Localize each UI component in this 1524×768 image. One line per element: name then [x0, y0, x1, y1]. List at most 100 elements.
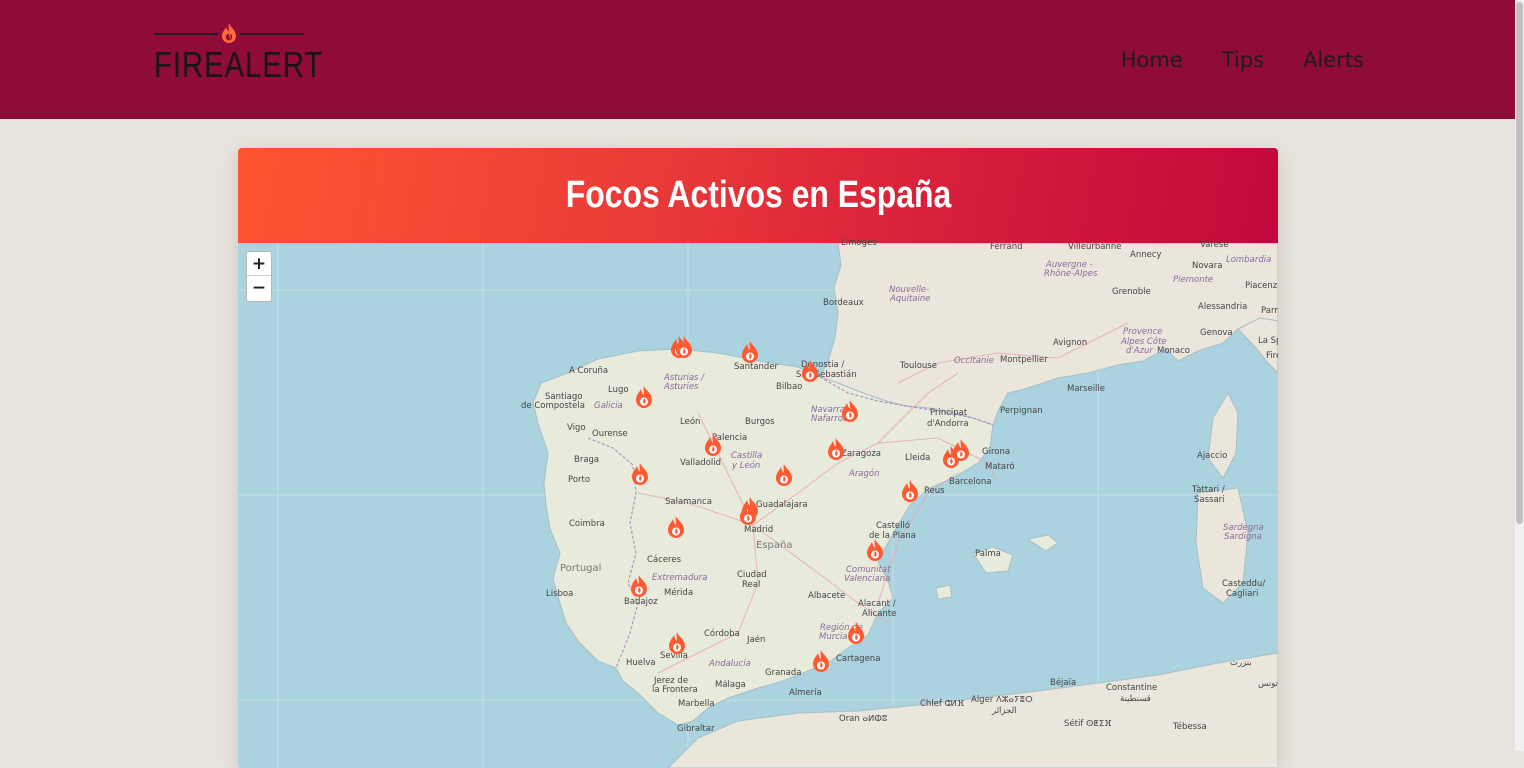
map-label-annecy: Annecy — [1130, 250, 1162, 260]
map-label-perpignan: Perpignan — [1000, 406, 1043, 416]
map-label-lleida: Lleida — [905, 453, 931, 463]
map-label-novara: Novara — [1192, 261, 1223, 271]
fire-marker-icon[interactable] — [701, 433, 725, 459]
map-label-a-coruna: A Coruña — [569, 366, 609, 376]
map-label-alger-ar: الجزائر — [992, 706, 1017, 716]
map-label-porto: Porto — [568, 475, 591, 485]
map-label-ourense: Ourense — [592, 429, 628, 439]
fire-marker-icon[interactable] — [664, 515, 688, 541]
map-label-la-frontera: la Frontera — [652, 685, 698, 695]
map-label-constantine-ar: قسنطينة — [1120, 694, 1151, 704]
map-label-tattari: Tàttari / — [1192, 485, 1225, 495]
map-label-albacete: Albacete — [808, 591, 846, 601]
fire-marker-icon[interactable] — [632, 385, 656, 411]
map-label-almeria: Almería — [789, 688, 822, 698]
map-label-portugal: Portugal — [560, 563, 602, 574]
fire-marker-icon[interactable] — [672, 335, 696, 361]
fire-marker-icon[interactable] — [665, 631, 689, 657]
flame-icon — [222, 23, 236, 43]
main-nav: Home Tips Alerts — [1121, 46, 1364, 74]
fire-map[interactable]: Limoges Ferrand Villeurbanne Varese Anne… — [238, 238, 1278, 768]
map-label-lugo: Lugo — [608, 385, 629, 395]
map-label-dazur: d'Azur — [1126, 346, 1153, 356]
map-label-barcelona: Barcelona — [949, 477, 992, 487]
map-label-ciudad: Ciudad — [737, 570, 767, 580]
map-label-genova: Genova — [1200, 328, 1233, 338]
map-label-firenze: Fire — [1266, 351, 1278, 361]
fire-marker-icon[interactable] — [798, 359, 822, 385]
map-label-marseille: Marseille — [1067, 384, 1106, 394]
nav-link-home[interactable]: Home — [1121, 46, 1183, 74]
page-scrollbar[interactable] — [1515, 0, 1524, 751]
map-label-palma: Palma — [975, 549, 1001, 559]
map-label-castilla: Castilla — [731, 451, 763, 461]
zoom-control: + − — [246, 251, 272, 302]
top-navbar: FIREALERT Home Tips Alerts — [0, 0, 1515, 119]
fire-marker-icon[interactable] — [863, 538, 887, 564]
map-label-chlef: Chlef ⵛⵍⴼ — [920, 699, 965, 709]
map-label-sassari: Sassari — [1194, 495, 1225, 505]
map-label-avignon: Avignon — [1053, 338, 1088, 348]
scrollbar-thumb[interactable] — [1516, 2, 1523, 524]
map-label-provence: Provence — [1123, 327, 1163, 337]
nav-link-tips[interactable]: Tips — [1222, 46, 1264, 74]
fire-marker-icon[interactable] — [824, 437, 848, 463]
zoom-out-button[interactable]: − — [247, 276, 271, 300]
map-label-bordeaux: Bordeaux — [823, 298, 864, 308]
fire-marker-icon[interactable] — [627, 574, 651, 600]
logo-text: FIREALERT — [154, 44, 324, 85]
map-label-valladolid: Valladolid — [680, 458, 722, 468]
nav-link-alerts[interactable]: Alerts — [1303, 46, 1364, 74]
map-label-de-compostela: de Compostela — [521, 401, 585, 411]
map-label-dandorra: d'Andorra — [927, 419, 969, 429]
map-label-ferrand: Ferrand — [990, 242, 1023, 252]
map-label-extremadura: Extremadura — [652, 573, 708, 583]
map-label-castello: Castelló — [876, 521, 911, 531]
fire-marker-icon[interactable] — [738, 340, 762, 366]
firealert-logo[interactable]: FIREALERT — [154, 22, 322, 83]
map-label-occitanie: Occitanie — [954, 356, 994, 366]
map-label-burgos: Burgos — [745, 417, 775, 427]
map-label-montpellier: Montpellier — [1000, 355, 1048, 365]
map-label-bejaia: Béjaïa — [1050, 678, 1077, 688]
fire-marker-icon[interactable] — [736, 502, 760, 528]
map-label-galicia: Galicia — [594, 401, 623, 411]
map-label-tebessa: Tébessa — [1173, 722, 1207, 732]
fire-marker-icon[interactable] — [838, 399, 862, 425]
fire-marker-icon[interactable] — [809, 649, 833, 675]
map-label-monaco: Monaco — [1157, 346, 1191, 356]
fire-marker-icon[interactable] — [949, 438, 973, 464]
map-label-marbella: Marbella — [678, 699, 715, 709]
map-label-gibraltar: Gibraltar — [677, 724, 715, 734]
map-label-alicante: Alicante — [862, 609, 897, 619]
map-label-varese: Varese — [1200, 240, 1229, 250]
map-label-malaga: Málaga — [715, 680, 746, 690]
map-label-piemonte: Piemonte — [1173, 275, 1214, 285]
map-label-merida: Mérida — [664, 588, 694, 598]
zoom-in-button[interactable]: + — [247, 252, 271, 276]
map-label-sardigna: Sardigna — [1224, 532, 1262, 542]
map-label-alessandria: Alessandria — [1198, 302, 1248, 312]
map-label-reus: Reus — [924, 486, 945, 496]
map-label-setif: Sétif ⵙⵟⵉⴼ — [1064, 719, 1112, 729]
map-label-villeurbanne: Villeurbanne — [1068, 242, 1122, 252]
map-label-constantine: Constantine — [1106, 683, 1158, 693]
map-label-grenoble: Grenoble — [1112, 287, 1151, 297]
map-label-aquitaine: Aquitaine — [890, 294, 931, 304]
fire-marker-icon[interactable] — [898, 479, 922, 505]
map-label-oran: Oran ⴰⵍⵀⵓ — [839, 714, 888, 724]
map-label-alacant: Alacant / — [858, 599, 896, 609]
map-label-lisboa: Lisboa — [546, 589, 574, 599]
fire-marker-icon[interactable] — [772, 463, 796, 489]
map-label-leon: León — [680, 417, 701, 427]
card-title: Focos Activos en España — [565, 174, 951, 216]
fire-marker-icon[interactable] — [628, 462, 652, 488]
map-label-y-leon: y León — [732, 461, 761, 471]
map-label-espana: España — [756, 540, 793, 551]
map-label-valenciana: Valenciana — [844, 574, 891, 584]
map-label-bizerte-ar: بنزرت — [1230, 658, 1252, 668]
map-label-parma: Parma — [1261, 306, 1278, 316]
map-label-cordoba: Córdoba — [704, 629, 740, 639]
map-label-granada: Granada — [765, 668, 802, 678]
fire-marker-icon[interactable] — [844, 621, 868, 647]
